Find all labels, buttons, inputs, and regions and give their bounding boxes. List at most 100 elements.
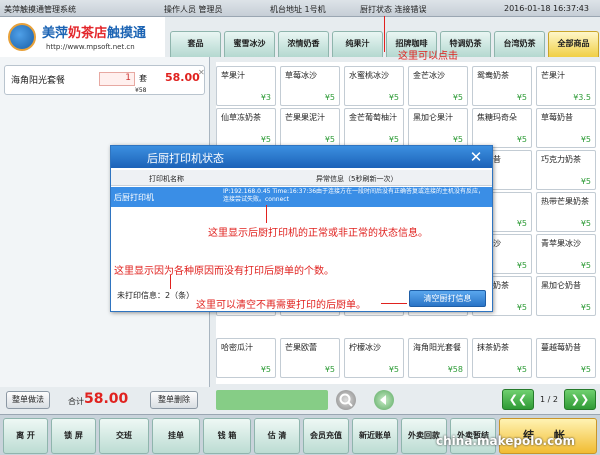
product-cell[interactable]: 黑加仑果汁 ¥5 [408,108,468,148]
product-price: ¥5 [580,135,591,144]
product-cell[interactable]: 金芒葡萄柚汁 ¥5 [344,108,404,148]
back-arrow-icon[interactable] [374,390,394,410]
product-price: ¥5 [324,93,335,102]
product-price: ¥5 [324,135,335,144]
tab-all-products[interactable]: 全部商品 [548,31,599,57]
product-price: ¥5 [580,219,591,228]
tab-milk-fragrance[interactable]: 浓情奶香 [278,31,329,57]
product-name: 哈密瓜汁 [221,343,253,352]
annotation-line [170,275,171,289]
product-cell[interactable]: 热带芒果奶茶 ¥5 [536,192,596,232]
product-cell[interactable]: 柠檬冰沙 ¥5 [344,338,404,378]
product-cell[interactable]: 芒果欧蕾 ¥5 [280,338,340,378]
annotation-line [266,205,267,223]
product-name: 抹茶奶茶 [477,343,509,352]
product-cell[interactable]: 巧克力奶茶 ¥5 [536,150,596,190]
product-price: ¥5 [388,135,399,144]
product-cell[interactable]: 海角阳光套餐 ¥58 [408,338,468,378]
tab-pure-juice[interactable]: 纯果汁 [332,31,383,57]
kitchen-status-label[interactable]: 厨打状态 连接错误 [360,4,427,15]
recent-bills-button[interactable]: 新近账单 [352,418,398,454]
product-name: 蔓越莓奶昔 [541,343,581,352]
sold-out-button[interactable]: 估 清 [254,418,300,454]
product-price: ¥5 [324,365,335,374]
annotation-line [381,303,407,304]
datetime-label: 2016-01-18 16:37:43 [504,4,589,13]
total-label: 合计 [68,397,84,406]
product-cell[interactable]: 水蜜桃冰沙 ¥5 [344,66,404,106]
member-recharge-button[interactable]: 会员充值 [303,418,349,454]
order-item[interactable]: 海角阳光套餐 1 套 58.00 ¥58 ✕ [4,65,205,95]
page-indicator: 1 / 2 [540,395,558,404]
shift-button[interactable]: 交班 [99,418,149,454]
product-name: 青苹果冰沙 [541,239,581,248]
grid-navigation-bar: ❮❮ 1 / 2 ❯❯ [210,387,600,413]
product-price: ¥5 [516,219,527,228]
product-price: ¥5 [580,177,591,186]
search-icon[interactable] [336,390,356,410]
tab-combo[interactable]: 套品 [170,31,221,57]
annotation-click-here: 这里可以点击 [398,51,458,62]
product-price: ¥5 [388,365,399,374]
product-name: 芒果欧蕾 [285,343,317,352]
brand-logo-icon [8,23,36,51]
product-price: ¥5 [452,93,463,102]
lock-screen-button[interactable]: 锁 屏 [51,418,96,454]
delete-order-button[interactable]: 整单删除 [150,391,198,409]
product-cell[interactable]: 焦糖玛奇朵 ¥5 [472,108,532,148]
prev-page-button[interactable]: ❮❮ [502,389,534,410]
product-name: 草莓冰沙 [285,71,317,80]
order-item-unit: 套 [139,74,147,83]
product-cell[interactable]: 芒果汁 ¥3.5 [536,66,596,106]
product-cell[interactable]: 草莓奶昔 ¥5 [536,108,596,148]
product-cell[interactable]: 黑加仑奶昔 ¥5 [536,276,596,316]
product-name: 黑加仑奶昔 [541,281,581,290]
terminal-label: 机台地址 1号机 [270,5,326,14]
product-name: 柠檬冰沙 [349,343,381,352]
product-cell[interactable]: 苹果汁 ¥3 [216,66,276,106]
brand-url: http://www.mpsoft.net.cn [46,43,135,51]
order-item-qty[interactable]: 1 [99,72,135,86]
quick-input-strip[interactable] [216,390,328,410]
merge-order-button[interactable]: 整单做法 [6,391,50,409]
tab-ice-smoothie[interactable]: 蜜雪冰沙 [224,31,275,57]
order-item-name: 海角阳光套餐 [11,76,66,86]
remove-item-icon[interactable]: ✕ [198,68,205,77]
clear-kitchen-info-button[interactable]: 清空厨打信息 [409,290,486,307]
cash-drawer-button[interactable]: 钱 箱 [203,418,251,454]
product-price: ¥5 [516,365,527,374]
table-row[interactable]: 后厨打印机 IP:192.168.0.45 Time:16:37:36由于连接方… [111,187,492,207]
category-tabs: 套品 蜜雪冰沙 浓情奶香 纯果汁 招牌咖啡 特调奶茶 台湾奶茶 全部商品 [165,17,600,57]
annotation-line [384,16,385,52]
product-cell[interactable]: 哈密瓜汁 ¥5 [216,338,276,378]
product-cell[interactable]: 芒果果泥汁 ¥5 [280,108,340,148]
next-page-button[interactable]: ❯❯ [564,389,596,410]
product-price: ¥5 [516,303,527,312]
product-name: 巧克力奶茶 [541,155,581,164]
annotation-status-info: 这里显示后厨打印机的正常或非正常的状态信息。 [208,228,428,239]
product-price: ¥5 [580,261,591,270]
product-cell[interactable]: 鸳鸯奶茶 ¥5 [472,66,532,106]
product-price: ¥5 [516,93,527,102]
hold-order-button[interactable]: 挂单 [152,418,200,454]
product-price: ¥5 [452,135,463,144]
dialog-title-bar: 后厨打印机状态 ✕ [111,146,492,168]
close-icon[interactable]: ✕ [463,147,489,167]
col-printer-name: 打印机名称 [149,175,184,183]
dialog-table-header: 打印机名称 异常信息（5秒刷新一次） [111,170,492,186]
tab-taiwan-milktea[interactable]: 台湾奶茶 [494,31,545,57]
product-cell[interactable]: 仙草冻奶茶 ¥5 [216,108,276,148]
dialog-title: 后厨打印机状态 [147,152,224,165]
product-cell[interactable]: 抹茶奶茶 ¥5 [472,338,532,378]
product-cell[interactable]: 金芒冰沙 ¥5 [408,66,468,106]
product-price: ¥5 [260,135,271,144]
product-price: ¥5 [260,365,271,374]
product-cell[interactable]: 草莓冰沙 ¥5 [280,66,340,106]
product-name: 水蜜桃冰沙 [349,71,389,80]
product-cell[interactable]: 蔓越莓奶昔 ¥5 [536,338,596,378]
status-info-cell: IP:192.168.0.45 Time:16:37:36由于连接方在一段时间后… [223,188,485,203]
product-cell[interactable]: 青苹果冰沙 ¥5 [536,234,596,274]
operator-label: 操作人员 管理员 [164,5,223,14]
product-price: ¥5 [580,303,591,312]
exit-button[interactable]: 离 开 [3,418,48,454]
